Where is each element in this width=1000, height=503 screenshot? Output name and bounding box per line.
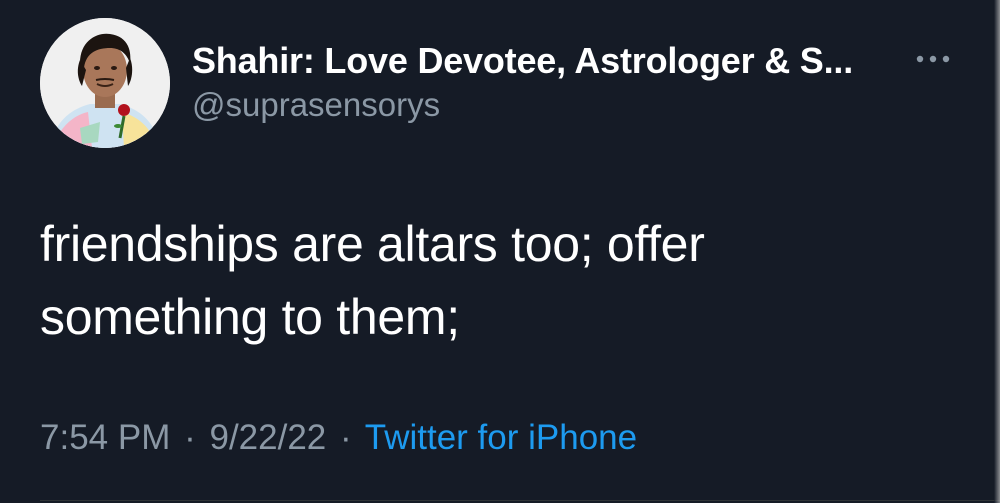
meta-separator: · [340, 418, 352, 457]
avatar-photo-icon [40, 18, 170, 148]
tweet-text: friendships are altars too; offer someth… [40, 208, 940, 354]
tweet-date[interactable]: 9/22/22 [209, 418, 326, 457]
tweet-time[interactable]: 7:54 PM [40, 418, 170, 457]
tweet-source-link[interactable]: Twitter for iPhone [365, 418, 637, 457]
author-handle[interactable]: @suprasensorys [192, 86, 440, 124]
author-display-name[interactable]: Shahir: Love Devotee, Astrologer & S... [192, 40, 853, 82]
tweet-metadata: 7:54 PM · 9/22/22 · Twitter for iPhone [40, 418, 637, 458]
meta-separator: · [184, 418, 196, 457]
tweet-text-line: something to them; [40, 289, 460, 345]
tweet-text-line: friendships are altars too; offer [40, 216, 705, 272]
avatar[interactable] [40, 18, 170, 148]
divider [40, 500, 1000, 501]
tweet-card: Shahir: Love Devotee, Astrologer & S... … [0, 0, 1000, 503]
more-horizontal-icon [916, 55, 950, 63]
more-button[interactable] [912, 44, 956, 74]
window-edge [994, 0, 1000, 503]
